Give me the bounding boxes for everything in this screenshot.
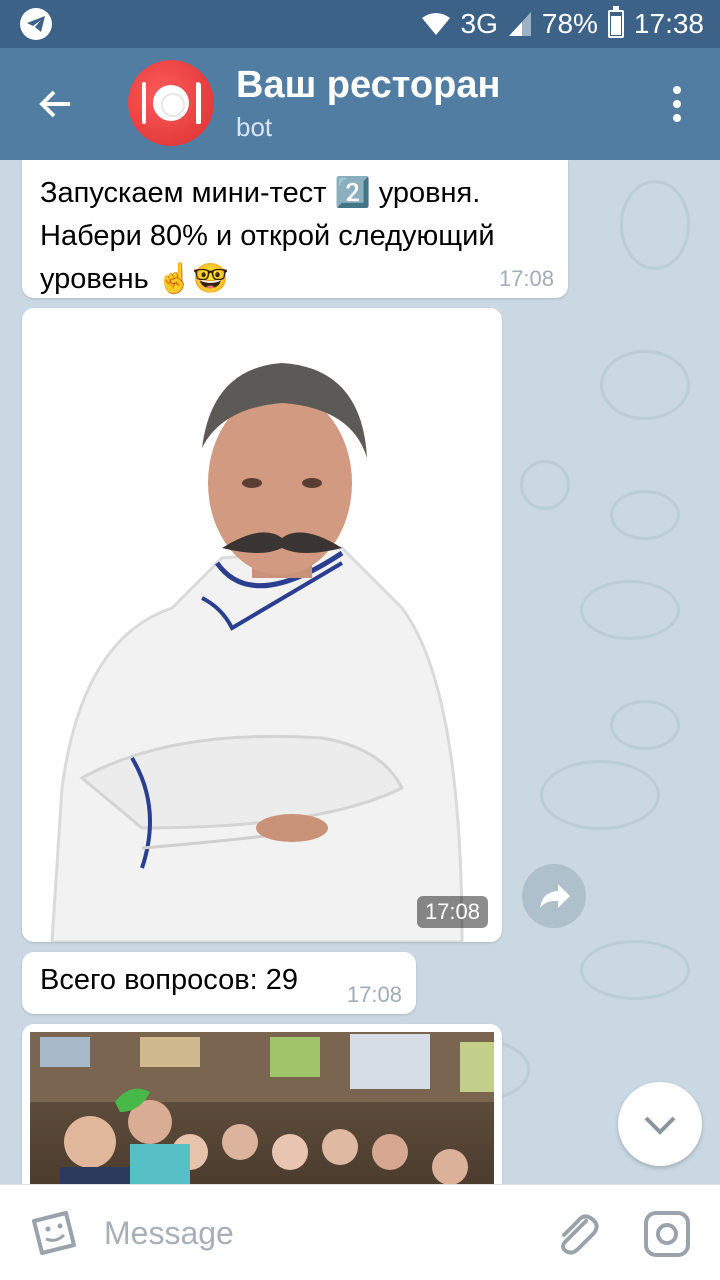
photo-message[interactable] [22, 1024, 502, 1184]
background-doodle [520, 460, 570, 510]
message-time: 17:08 [346, 982, 402, 1007]
chat-subtitle: bot [236, 112, 273, 142]
fork-icon [142, 82, 146, 124]
wifi-icon [421, 13, 450, 35]
background-doodle [580, 580, 680, 640]
battery-percent: 78% [541, 8, 598, 39]
sticker-icon[interactable] [28, 1209, 78, 1259]
bot-avatar[interactable] [128, 60, 214, 146]
plate-icon [153, 85, 189, 121]
background-doodle [600, 350, 690, 420]
share-arrow-icon [540, 884, 570, 908]
message-list[interactable]: Запускаем мини-тест 2️⃣ уровня. Набери 8… [0, 160, 720, 1184]
message-composer [0, 1184, 720, 1280]
background-doodle [580, 940, 690, 1000]
message-text: Всего вопросов: 29 [40, 964, 298, 996]
attach-icon[interactable] [552, 1209, 602, 1259]
camera-icon[interactable] [642, 1209, 692, 1259]
group-photo[interactable] [30, 1032, 494, 1184]
photo-time: 17:08 [416, 896, 488, 928]
chat-header: Ваш ресторан bot [0, 48, 720, 160]
signal-icon [508, 12, 531, 36]
chevron-down-icon [644, 1116, 676, 1135]
battery-icon [607, 6, 624, 38]
network-type: 3G [460, 8, 498, 39]
share-button[interactable] [522, 864, 586, 928]
background-doodle [540, 760, 660, 830]
more-vert-icon[interactable] [672, 86, 682, 122]
status-bar: 3G 78% 17:38 [0, 0, 720, 48]
chef-photo[interactable]: 17:08 [22, 308, 502, 942]
telegram-notification-icon [20, 8, 52, 40]
message-input[interactable] [104, 1209, 524, 1257]
message-bubble[interactable]: Всего вопросов: 29 17:08 [22, 952, 416, 1014]
knife-icon [196, 82, 201, 124]
photo-message[interactable]: 17:08 [22, 308, 502, 942]
background-doodle [610, 700, 680, 750]
background-doodle [610, 490, 680, 540]
back-arrow-icon[interactable] [36, 84, 76, 124]
chat-title[interactable]: Ваш ресторан [236, 64, 500, 107]
message-time: 17:08 [498, 266, 554, 291]
scroll-down-button[interactable] [618, 1082, 702, 1166]
background-doodle [620, 180, 690, 270]
message-text: Запускаем мини-тест 2️⃣ уровня. Набери 8… [40, 177, 495, 295]
clock: 17:38 [633, 8, 704, 39]
message-bubble[interactable]: Запускаем мини-тест 2️⃣ уровня. Набери 8… [22, 160, 568, 298]
